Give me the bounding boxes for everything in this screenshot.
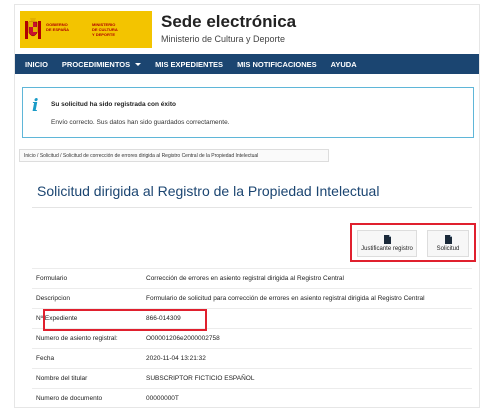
- nav-item-inicio[interactable]: INICIO: [25, 60, 48, 69]
- nav-item-mis-notificaciones[interactable]: MIS NOTIFICACIONES: [237, 60, 317, 69]
- logo-text-government: GOBIERNO DE ESPAÑA: [46, 22, 70, 32]
- solicitud-button[interactable]: Solicitud: [427, 230, 469, 257]
- main-nav: INICIO PROCEDIMIENTOS MIS EXPEDIENTES MI…: [15, 54, 479, 74]
- nav-label: MIS NOTIFICACIONES: [237, 59, 317, 69]
- document-icon: [444, 235, 452, 244]
- field-label: Numero de asiento registral:: [36, 335, 118, 342]
- nav-item-ayuda[interactable]: AYUDA: [331, 60, 357, 69]
- field-label: Formulario: [36, 275, 68, 282]
- site-header: GOBIERNO DE ESPAÑA MINISTERIO DE CULTURA…: [15, 5, 479, 51]
- browser-page: GOBIERNO DE ESPAÑA MINISTERIO DE CULTURA…: [14, 4, 480, 408]
- field-row-documento: Numero de documento 00000000T: [32, 388, 472, 407]
- field-row-descripcion: Descripcion Formulario de solicitud para…: [32, 288, 472, 308]
- field-value: SUBSCRIPTOR FICTICIO ESPAÑOL: [146, 375, 255, 382]
- alert-title: Su solicitud ha sido registrada con éxit…: [51, 101, 176, 108]
- page-title: Solicitud dirigida al Registro de la Pro…: [37, 183, 380, 199]
- breadcrumb[interactable]: Inicio / Solicitud / Solicitud de correc…: [19, 149, 329, 162]
- justificante-registro-button[interactable]: Justificante registro: [357, 230, 417, 257]
- nav-item-mis-expedientes[interactable]: MIS EXPEDIENTES: [155, 60, 223, 69]
- solicitud-label: Solicitud: [436, 246, 460, 252]
- field-value: 00000000T: [146, 395, 179, 402]
- field-row-titular: Nombre del titular SUBSCRIPTOR FICTICIO …: [32, 368, 472, 388]
- info-icon: i: [32, 96, 39, 116]
- chevron-down-icon: [135, 62, 142, 66]
- justificante-label: Justificante registro: [361, 246, 413, 252]
- government-logo[interactable]: GOBIERNO DE ESPAÑA MINISTERIO DE CULTURA…: [20, 11, 152, 48]
- alert-text: Envío correcto. Sus datos han sido guard…: [51, 119, 230, 126]
- field-label: Numero de documento: [36, 395, 103, 402]
- nav-label: MIS EXPEDIENTES: [155, 59, 224, 69]
- field-row-formulario: Formulario Corrección de errores en asie…: [32, 268, 472, 288]
- highlight-box-expediente: [43, 309, 207, 331]
- field-row-fecha: Fecha 2020-11-04 13:21:32: [32, 348, 472, 368]
- field-value: 2020-11-04 13:21:32: [146, 355, 206, 362]
- field-value: Formulario de solicitud para corrección …: [146, 295, 425, 302]
- nav-label: INICIO: [25, 59, 48, 69]
- site-subtitle: Ministerio de Cultura y Deporte: [161, 34, 286, 44]
- document-icon: [383, 235, 391, 244]
- field-row-numero-asiento: Numero de asiento registral: O00001206e2…: [32, 328, 472, 348]
- site-title: Sede electrónica: [161, 12, 297, 31]
- field-value: Corrección de errores en asiento registr…: [146, 275, 344, 282]
- field-label: Fecha: [36, 355, 55, 362]
- nav-label: PROCEDIMIENTOS: [61, 59, 131, 69]
- field-label: Nombre del titular: [36, 375, 88, 382]
- field-label: Descripcion: [36, 295, 70, 302]
- nav-label: AYUDA: [330, 59, 357, 69]
- divider: [32, 207, 472, 208]
- field-value: O00001206e2000002758: [146, 335, 220, 342]
- coat-of-arms-icon: [25, 17, 41, 39]
- success-alert: i Su solicitud ha sido registrada con éx…: [22, 87, 474, 138]
- logo-text-ministry: MINISTERIO DE CULTURA Y DEPORTE: [92, 22, 118, 37]
- nav-item-procedimientos[interactable]: PROCEDIMIENTOS: [61, 59, 142, 69]
